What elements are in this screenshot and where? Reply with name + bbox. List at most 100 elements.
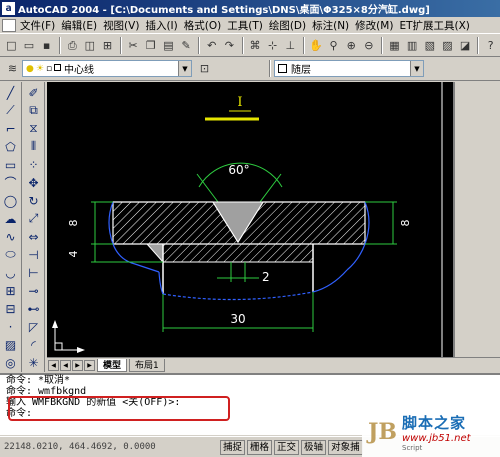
- menu-express-tools[interactable]: ET扩展工具(X): [399, 18, 475, 33]
- copy-icon[interactable]: ❐: [142, 37, 159, 54]
- menu-draw[interactable]: 绘图(D): [269, 18, 312, 33]
- scale-icon[interactable]: ⤢: [25, 210, 42, 227]
- new-file-icon[interactable]: □: [3, 37, 20, 54]
- grid-toggle[interactable]: 栅格: [247, 439, 273, 455]
- polygon-icon[interactable]: ⬠: [2, 138, 19, 155]
- hatch-icon[interactable]: ▨: [2, 336, 19, 353]
- rectangle-icon[interactable]: ▭: [2, 156, 19, 173]
- explode-icon[interactable]: ✳: [25, 354, 42, 371]
- point-icon[interactable]: ·: [2, 318, 19, 335]
- layer-manager-icon[interactable]: ≋: [4, 60, 21, 77]
- layer-dropdown[interactable]: ● ☀ ▫ 中心线 ▼: [22, 60, 192, 77]
- circle-icon[interactable]: ◯: [2, 192, 19, 209]
- move-icon[interactable]: ✥: [25, 174, 42, 191]
- extend-icon[interactable]: ⊢: [25, 264, 42, 281]
- drawing-svg: I 60° 8 4 8 2 30: [52, 82, 443, 357]
- snap-toggle[interactable]: 捕捉: [220, 439, 246, 455]
- jb51-logo-icon: JB: [368, 417, 398, 447]
- tool-palettes-icon[interactable]: ▧: [421, 37, 438, 54]
- color-dropdown[interactable]: 随层 ▼: [274, 60, 424, 77]
- offset-icon[interactable]: ⫴: [25, 138, 42, 155]
- toolbar-separator: [198, 37, 201, 54]
- zoom-realtime-icon[interactable]: ⚲: [325, 37, 342, 54]
- polyline-icon[interactable]: ⌐: [2, 120, 19, 137]
- line-icon[interactable]: ╱: [2, 84, 19, 101]
- menu-insert[interactable]: 插入(I): [145, 18, 183, 33]
- markup-icon[interactable]: ◪: [457, 37, 474, 54]
- tab-layout1[interactable]: 布局1: [129, 358, 165, 372]
- paste-icon[interactable]: ▤: [160, 37, 177, 54]
- copy-object-icon[interactable]: ⧉: [25, 102, 42, 119]
- ellipse-arc-icon[interactable]: ◡: [2, 264, 19, 281]
- standard-toolbar: □ ▭ ▪ ⎙ ◫ ⊞ ✂ ❐ ▤ ✎ ↶ ↷ ⌘ ⊹ ⊥ ✋ ⚲ ⊕ ⊖ ▦ …: [0, 35, 500, 57]
- ucs-square: [54, 342, 63, 351]
- chevron-down-icon[interactable]: ▼: [178, 61, 191, 76]
- publish-icon[interactable]: ⊞: [99, 37, 116, 54]
- osnap-toggle[interactable]: 对象捕: [328, 439, 363, 455]
- array-icon[interactable]: ⁘: [25, 156, 42, 173]
- insert-block-icon[interactable]: ⊞: [2, 282, 19, 299]
- osnap-icon[interactable]: ⊹: [264, 37, 281, 54]
- menu-edit[interactable]: 编辑(E): [61, 18, 103, 33]
- stretch-icon[interactable]: ⇔: [25, 228, 42, 245]
- join-icon[interactable]: ⊷: [25, 300, 42, 317]
- print-preview-icon[interactable]: ◫: [82, 37, 99, 54]
- break-icon[interactable]: ⊸: [25, 282, 42, 299]
- menu-format[interactable]: 格式(O): [184, 18, 227, 33]
- mirror-icon[interactable]: ⧖: [25, 120, 42, 137]
- first-tab-icon[interactable]: ◀: [48, 359, 59, 371]
- hyperlink-icon[interactable]: ⌘: [247, 37, 264, 54]
- print-icon[interactable]: ⎙: [64, 37, 81, 54]
- save-icon[interactable]: ▪: [38, 37, 55, 54]
- zoom-previous-icon[interactable]: ⊖: [361, 37, 378, 54]
- dbconnect-icon[interactable]: ▨: [439, 37, 456, 54]
- revcloud-icon[interactable]: ☁: [2, 210, 19, 227]
- zoom-window-icon[interactable]: ⊕: [343, 37, 360, 54]
- window-title: AutoCAD 2004 - [C:\Documents and Setting…: [18, 5, 430, 16]
- fillet-icon[interactable]: ◜: [25, 336, 42, 353]
- drawing-canvas[interactable]: I 60° 8 4 8 2 30: [47, 82, 453, 357]
- help-icon[interactable]: ?: [482, 37, 499, 54]
- rotate-icon[interactable]: ↻: [25, 192, 42, 209]
- make-current-layer-icon[interactable]: ⊡: [196, 60, 213, 77]
- lightbulb-icon[interactable]: ●: [26, 64, 34, 74]
- make-block-icon[interactable]: ⊟: [2, 300, 19, 317]
- ucs-y-arrow: [52, 320, 58, 328]
- match-properties-icon[interactable]: ✎: [178, 37, 195, 54]
- erase-icon[interactable]: ✐: [25, 84, 42, 101]
- color-swatch-icon: [54, 63, 62, 71]
- trim-icon[interactable]: ⊣: [25, 246, 42, 263]
- polar-toggle[interactable]: 极轴: [301, 439, 327, 455]
- toolbar-separator: [381, 37, 384, 54]
- redo-icon[interactable]: ↷: [221, 37, 238, 54]
- prev-tab-icon[interactable]: ◀: [60, 359, 71, 371]
- construction-line-icon[interactable]: ⟋: [2, 102, 19, 119]
- properties-icon[interactable]: ▦: [386, 37, 403, 54]
- arc-icon[interactable]: ⌒: [2, 174, 19, 191]
- cut-icon[interactable]: ✂: [125, 37, 142, 54]
- ellipse-icon[interactable]: ⬭: [2, 246, 19, 263]
- design-center-icon[interactable]: ▥: [404, 37, 421, 54]
- last-tab-icon[interactable]: ▶: [84, 359, 95, 371]
- sun-icon[interactable]: ☀: [36, 64, 44, 74]
- unlock-icon[interactable]: ▫: [46, 64, 52, 74]
- toolbar-separator: [269, 60, 271, 77]
- menu-dimension[interactable]: 标注(N): [312, 18, 355, 33]
- region-icon[interactable]: ◎: [2, 354, 19, 371]
- document-icon[interactable]: [2, 18, 16, 32]
- ucs-icon[interactable]: ⊥: [282, 37, 299, 54]
- drawing-text-label: I: [237, 95, 242, 110]
- open-folder-icon[interactable]: ▭: [21, 37, 38, 54]
- menu-view[interactable]: 视图(V): [103, 18, 145, 33]
- chamfer-icon[interactable]: ◸: [25, 318, 42, 335]
- menu-file[interactable]: 文件(F): [20, 18, 61, 33]
- next-tab-icon[interactable]: ▶: [72, 359, 83, 371]
- menu-modify[interactable]: 修改(M): [355, 18, 399, 33]
- ortho-toggle[interactable]: 正交: [274, 439, 300, 455]
- menu-tools[interactable]: 工具(T): [227, 18, 269, 33]
- tab-model[interactable]: 模型: [97, 358, 128, 372]
- undo-icon[interactable]: ↶: [203, 37, 220, 54]
- pan-icon[interactable]: ✋: [308, 37, 325, 54]
- spline-icon[interactable]: ∿: [2, 228, 19, 245]
- chevron-down-icon[interactable]: ▼: [410, 61, 423, 76]
